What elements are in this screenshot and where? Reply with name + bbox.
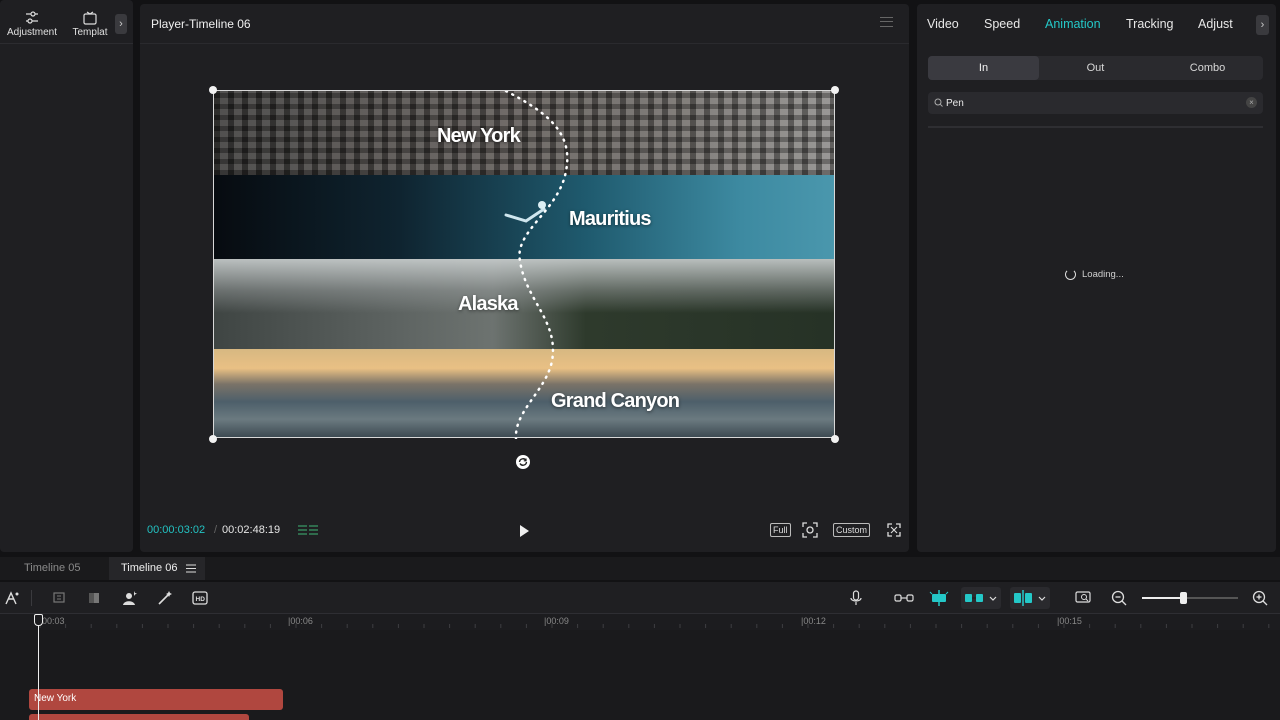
svg-text:HD: HD: [196, 596, 206, 603]
animation-search: ×: [928, 92, 1263, 114]
segment-combo[interactable]: Combo: [1152, 56, 1263, 80]
full-button[interactable]: Full: [770, 523, 791, 537]
tab-video[interactable]: Video: [927, 17, 959, 31]
preview-canvas[interactable]: New York Mauritius Alaska Grand Canyon: [213, 90, 835, 439]
tab-timeline-05[interactable]: Timeline 05: [12, 557, 92, 580]
ruler-label: |00:12: [801, 616, 826, 626]
animation-segmented-control: In Out Combo: [928, 56, 1263, 80]
zoom-to-fit-icon[interactable]: [1075, 590, 1093, 606]
tab-timeline-06-label: Timeline 06: [121, 562, 178, 574]
dotted-path: [504, 91, 569, 439]
chevron-right-icon[interactable]: ›: [115, 14, 127, 34]
templates-label: Templat: [72, 27, 108, 38]
fullscreen-icon[interactable]: [887, 523, 901, 537]
snapping-icon[interactable]: [929, 590, 949, 606]
menu-icon[interactable]: [880, 17, 893, 27]
resize-handle-top-right[interactable]: [831, 86, 839, 94]
timeline-clip[interactable]: New York: [29, 689, 283, 710]
templates-tool[interactable]: Templat: [68, 10, 112, 38]
mask-icon[interactable]: [86, 590, 102, 606]
ruler-label: |00:09: [544, 616, 569, 626]
city-label-new-york: New York: [437, 125, 521, 147]
timeline-clip[interactable]: [29, 714, 249, 720]
magic-wand-icon[interactable]: [157, 590, 173, 606]
audio-meter-icon: [298, 525, 318, 535]
segment-in[interactable]: In: [928, 56, 1039, 80]
total-timecode: 00:02:48:19: [222, 524, 281, 536]
link-clips-icon[interactable]: [894, 590, 914, 606]
search-input[interactable]: [946, 95, 1236, 111]
toolbar-divider: [31, 590, 32, 606]
inspector-panel: Video Speed Animation Tracking Adjust › …: [917, 4, 1276, 552]
tab-menu-icon[interactable]: [186, 564, 196, 573]
tab-tracking[interactable]: Tracking: [1126, 17, 1173, 31]
resize-handle-bottom-right[interactable]: [831, 435, 839, 443]
ruler-ticks: [39, 624, 1270, 628]
left-panel: Adjustment Templat ›: [0, 0, 133, 552]
custom-ratio-button[interactable]: Custom: [833, 523, 871, 537]
clear-search-icon[interactable]: ×: [1246, 97, 1257, 108]
zoom-slider-thumb[interactable]: [1180, 592, 1187, 604]
timeline-ruler[interactable]: 00:03 |00:06 |00:09 |00:12 |00:15: [0, 614, 1280, 630]
segment-out[interactable]: Out: [1040, 56, 1151, 80]
person-effect-icon[interactable]: [121, 590, 137, 606]
resize-handle-bottom-left[interactable]: [209, 435, 217, 443]
resize-handle-top-left[interactable]: [209, 86, 217, 94]
player-footer: 00:00:03:02 / 00:02:48:19 Full Custom: [140, 520, 909, 542]
tab-animation[interactable]: Animation: [1045, 17, 1101, 31]
city-label-alaska: Alaska: [458, 293, 518, 315]
chevron-down-icon: [1038, 596, 1046, 601]
adjustment-tool[interactable]: Adjustment: [7, 10, 57, 38]
ruler-label: 00:03: [42, 616, 65, 626]
chevron-right-icon[interactable]: ›: [1256, 15, 1269, 35]
zoom-in-icon[interactable]: [1252, 590, 1268, 606]
hd-icon[interactable]: HD: [192, 590, 208, 606]
sliders-icon: [26, 11, 39, 24]
template-icon: [83, 11, 97, 25]
tab-adjust[interactable]: Adjust: [1198, 17, 1233, 31]
city-label-mauritius: Mauritius: [569, 208, 652, 230]
loading-indicator: Loading...: [1065, 269, 1124, 280]
player-header: Player-Timeline 06: [140, 4, 909, 44]
playhead[interactable]: [34, 614, 43, 626]
play-icon[interactable]: [518, 524, 530, 538]
player-panel: Player-Timeline 06 New York Mauritius Al…: [140, 4, 909, 552]
adjustment-label: Adjustment: [7, 27, 58, 38]
spinner-icon: [1065, 269, 1076, 280]
chevron-down-icon: [989, 596, 997, 601]
ruler-label: |00:06: [288, 616, 313, 626]
linkage-icon: [965, 594, 983, 602]
zoom-slider-fill: [1142, 597, 1182, 599]
loading-text: Loading...: [1082, 269, 1124, 280]
rotate-icon[interactable]: [515, 454, 531, 470]
clip-label: New York: [34, 693, 77, 704]
search-icon: [934, 98, 943, 107]
left-toolbar: Adjustment Templat ›: [0, 0, 133, 44]
preview-axis-icon: [1014, 590, 1032, 606]
fit-screen-icon[interactable]: [802, 522, 818, 538]
city-label-grand-canyon: Grand Canyon: [551, 390, 680, 412]
ruler-label: |00:15: [1057, 616, 1082, 626]
split-icon[interactable]: [52, 590, 68, 606]
timeline-toolbar: HD: [0, 582, 1280, 614]
playhead-line: [38, 620, 39, 720]
timeline-tracks: New York: [0, 630, 1280, 720]
divider: [928, 126, 1263, 128]
zoom-out-icon[interactable]: [1111, 590, 1127, 606]
timecode-separator: /: [214, 524, 218, 536]
current-timecode: 00:00:03:02: [147, 524, 206, 536]
tab-speed[interactable]: Speed: [984, 17, 1020, 31]
inspector-tabs: Video Speed Animation Tracking Adjust ›: [917, 4, 1276, 44]
timeline-tabs: Timeline 05 Timeline 06: [0, 557, 1280, 580]
microphone-icon[interactable]: [848, 590, 864, 606]
auto-edit-icon[interactable]: [4, 590, 20, 606]
player-title: Player-Timeline 06: [151, 16, 251, 31]
